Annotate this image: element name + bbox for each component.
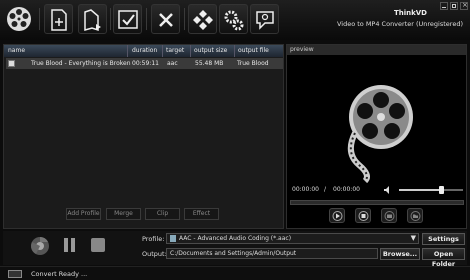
minimize-button[interactable] xyxy=(440,2,448,10)
clip-button[interactable]: Clip xyxy=(145,208,180,220)
column-duration[interactable]: duration xyxy=(132,47,157,54)
film-reel-placeholder-icon xyxy=(337,73,417,184)
add-file-icon xyxy=(51,9,67,31)
column-output-file[interactable]: output file xyxy=(238,47,269,54)
table-row[interactable]: True Blood - Everything is Broken 00:59:… xyxy=(6,58,283,69)
stop-button[interactable] xyxy=(355,208,371,223)
convert-start-button[interactable] xyxy=(30,236,50,256)
play-button[interactable] xyxy=(329,208,345,223)
status-bar: Convert Ready ... xyxy=(0,266,470,280)
column-output-size[interactable]: output size xyxy=(194,47,227,54)
add-folder-icon xyxy=(84,9,101,32)
chrome-style-convert-icon xyxy=(31,237,49,255)
pause-icon xyxy=(64,238,68,252)
preview-panel: preview 00:00:00 / 00:00:00 xyxy=(286,44,467,229)
output-path-field[interactable]: C:/Documents and Settings/Admin/Output xyxy=(166,248,378,259)
cell-output-size: 55.48 MB xyxy=(195,60,224,67)
add-profile-button[interactable]: Add Profile xyxy=(66,208,101,220)
pause-button[interactable] xyxy=(63,236,77,254)
toolbar: ThinkVD Video to MP4 Converter (Unregist… xyxy=(0,0,470,40)
close-button[interactable]: × xyxy=(460,1,468,10)
open-folder-button[interactable]: Open Folder xyxy=(422,248,465,268)
volume-icon[interactable] xyxy=(384,186,392,196)
folder-icon xyxy=(410,211,421,221)
profile-select[interactable]: AAC - Advanced Audio Coding (*.aac) ▼ xyxy=(166,233,419,244)
seek-bar[interactable] xyxy=(290,200,464,205)
check-icon xyxy=(118,10,138,29)
film-reel-icon[interactable] xyxy=(5,5,33,33)
cell-output-file: True Blood xyxy=(237,60,269,67)
settings-button[interactable] xyxy=(219,4,248,34)
profile-label: Profile: xyxy=(142,235,165,243)
time-separator: / xyxy=(324,186,327,193)
row-checkbox[interactable] xyxy=(8,60,15,67)
current-time: 00:00:00 xyxy=(292,186,319,193)
maximize-button[interactable] xyxy=(450,2,458,10)
column-name[interactable]: name xyxy=(8,47,25,54)
remove-button[interactable] xyxy=(151,4,180,34)
profile-value: AAC - Advanced Audio Coding (*.aac) xyxy=(179,235,292,242)
file-list-empty-area[interactable] xyxy=(6,70,283,222)
add-file-button[interactable] xyxy=(44,4,73,34)
conversion-controls: Profile: AAC - Advanced Audio Coding (*.… xyxy=(3,231,467,268)
effect-button[interactable]: Effect xyxy=(184,208,219,220)
cell-name: True Blood - Everything is Broken xyxy=(31,60,131,67)
stop-convert-button[interactable] xyxy=(91,238,105,252)
camera-icon xyxy=(384,211,395,221)
snapshot-button[interactable] xyxy=(381,208,397,223)
help-bubble-icon xyxy=(256,11,274,30)
volume-slider[interactable] xyxy=(399,186,463,194)
settings-gears-icon xyxy=(224,10,244,31)
merge-button[interactable]: Merge xyxy=(106,208,141,220)
app-title: ThinkVD xyxy=(393,9,427,17)
cell-duration: 00:59:11 xyxy=(132,60,159,67)
status-text: Convert Ready ... xyxy=(31,270,88,278)
app-subtitle: Video to MP4 Converter (Unregistered) xyxy=(336,20,463,28)
clips-icon xyxy=(193,10,213,30)
file-list-panel: name duration target output size output … xyxy=(3,44,285,246)
total-time: 00:00:00 xyxy=(333,186,360,193)
aac-file-icon xyxy=(170,235,176,242)
check-all-button[interactable] xyxy=(113,4,142,34)
file-table-header: name duration target output size output … xyxy=(4,45,283,57)
preview-label: preview xyxy=(287,45,466,55)
clips-button[interactable] xyxy=(188,4,217,34)
add-folder-button[interactable] xyxy=(78,4,107,34)
stop-icon xyxy=(358,211,369,221)
open-folder-preview-button[interactable] xyxy=(407,208,423,223)
cell-target: aac xyxy=(167,60,178,67)
keyboard-icon xyxy=(8,270,22,278)
column-target[interactable]: target xyxy=(166,47,184,54)
settings-profile-button[interactable]: Settings xyxy=(422,233,465,245)
help-button[interactable] xyxy=(250,4,279,34)
remove-icon xyxy=(159,13,173,27)
volume-slider-thumb[interactable] xyxy=(438,186,444,194)
browse-button[interactable]: Browse... xyxy=(380,248,420,260)
output-label: Output: xyxy=(142,250,167,258)
play-icon xyxy=(332,211,343,221)
chevron-down-icon[interactable]: ▼ xyxy=(411,234,416,243)
